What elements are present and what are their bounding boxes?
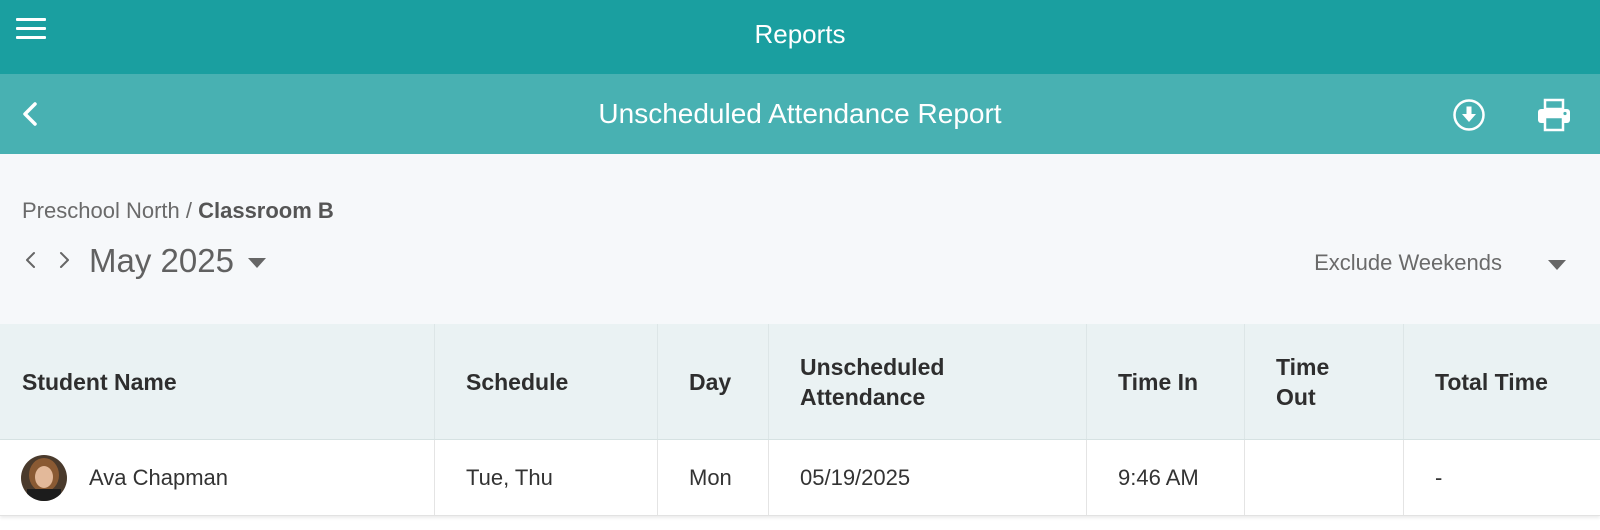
header-schedule[interactable]: Schedule <box>466 324 568 439</box>
cell-student-name[interactable]: Ava Chapman <box>21 440 228 515</box>
header-unscheduled-line-1: Unscheduled <box>800 353 945 380</box>
filter-panel: Preschool North / Classroom B May 2025 E… <box>0 154 1600 324</box>
report-header-bar: Unscheduled Attendance Report <box>0 74 1600 154</box>
download-circle-icon <box>1453 99 1485 131</box>
header-day[interactable]: Day <box>689 324 731 439</box>
header-unscheduled-line-2: Attendance <box>800 383 926 410</box>
cell-day: Mon <box>689 464 732 490</box>
caret-down-icon <box>1548 260 1566 270</box>
breadcrumb-classroom: Classroom B <box>198 198 334 223</box>
header-time-out-line-2: Out <box>1276 383 1316 410</box>
header-total-time[interactable]: Total Time <box>1435 324 1548 439</box>
column-divider <box>1086 324 1087 439</box>
month-selector[interactable]: May 2025 <box>89 242 234 280</box>
column-divider <box>434 440 435 515</box>
chevron-right-icon <box>60 252 69 268</box>
header-time-in[interactable]: Time In <box>1118 324 1198 439</box>
column-divider <box>1244 324 1245 439</box>
report-title: Unscheduled Attendance Report <box>598 98 1002 129</box>
cell-unscheduled-attendance: 05/19/2025 <box>800 464 911 490</box>
column-divider <box>1086 440 1087 515</box>
header-time-out[interactable]: Time Out <box>1276 324 1329 439</box>
table-header-row: Student Name Schedule Day Unscheduled At… <box>0 324 1600 440</box>
column-divider <box>657 440 658 515</box>
printer-icon <box>1538 98 1570 132</box>
download-button[interactable] <box>1452 98 1486 132</box>
print-button[interactable] <box>1536 98 1572 132</box>
header-time-out-line-1: Time <box>1276 353 1330 380</box>
column-divider <box>1403 440 1404 515</box>
previous-month-button[interactable] <box>20 246 42 274</box>
breadcrumb-school[interactable]: Preschool North <box>22 198 180 223</box>
breadcrumb: Preschool North / Classroom B <box>22 198 334 224</box>
column-divider <box>434 324 435 439</box>
next-month-button[interactable] <box>53 246 75 274</box>
column-divider <box>657 324 658 439</box>
month-dropdown-button[interactable] <box>247 256 267 274</box>
breadcrumb-separator: / <box>179 198 199 223</box>
table-row[interactable]: Ava Chapman Tue, Thu Mon 05/19/2025 9:46… <box>0 440 1600 516</box>
caret-down-icon <box>248 258 266 268</box>
column-divider <box>1244 440 1245 515</box>
avatar <box>21 454 67 501</box>
column-divider <box>1403 324 1404 439</box>
cell-time-in: 9:46 AM <box>1118 464 1199 490</box>
header-student-name[interactable]: Student Name <box>22 324 177 439</box>
chevron-left-icon <box>26 252 35 268</box>
header-unscheduled-attendance[interactable]: Unscheduled Attendance <box>800 324 944 439</box>
exclude-weekends-dropdown[interactable]: Exclude Weekends <box>1314 250 1502 276</box>
column-divider <box>768 440 769 515</box>
column-divider <box>768 324 769 439</box>
cell-total-time: - <box>1435 464 1443 490</box>
exclude-weekends-caret[interactable] <box>1547 258 1567 276</box>
student-name: Ava Chapman <box>89 464 229 490</box>
attendance-table: Student Name Schedule Day Unscheduled At… <box>0 324 1600 516</box>
cell-schedule: Tue, Thu <box>466 464 553 490</box>
top-app-bar: Reports <box>0 0 1600 74</box>
app-title: Reports <box>754 19 846 49</box>
